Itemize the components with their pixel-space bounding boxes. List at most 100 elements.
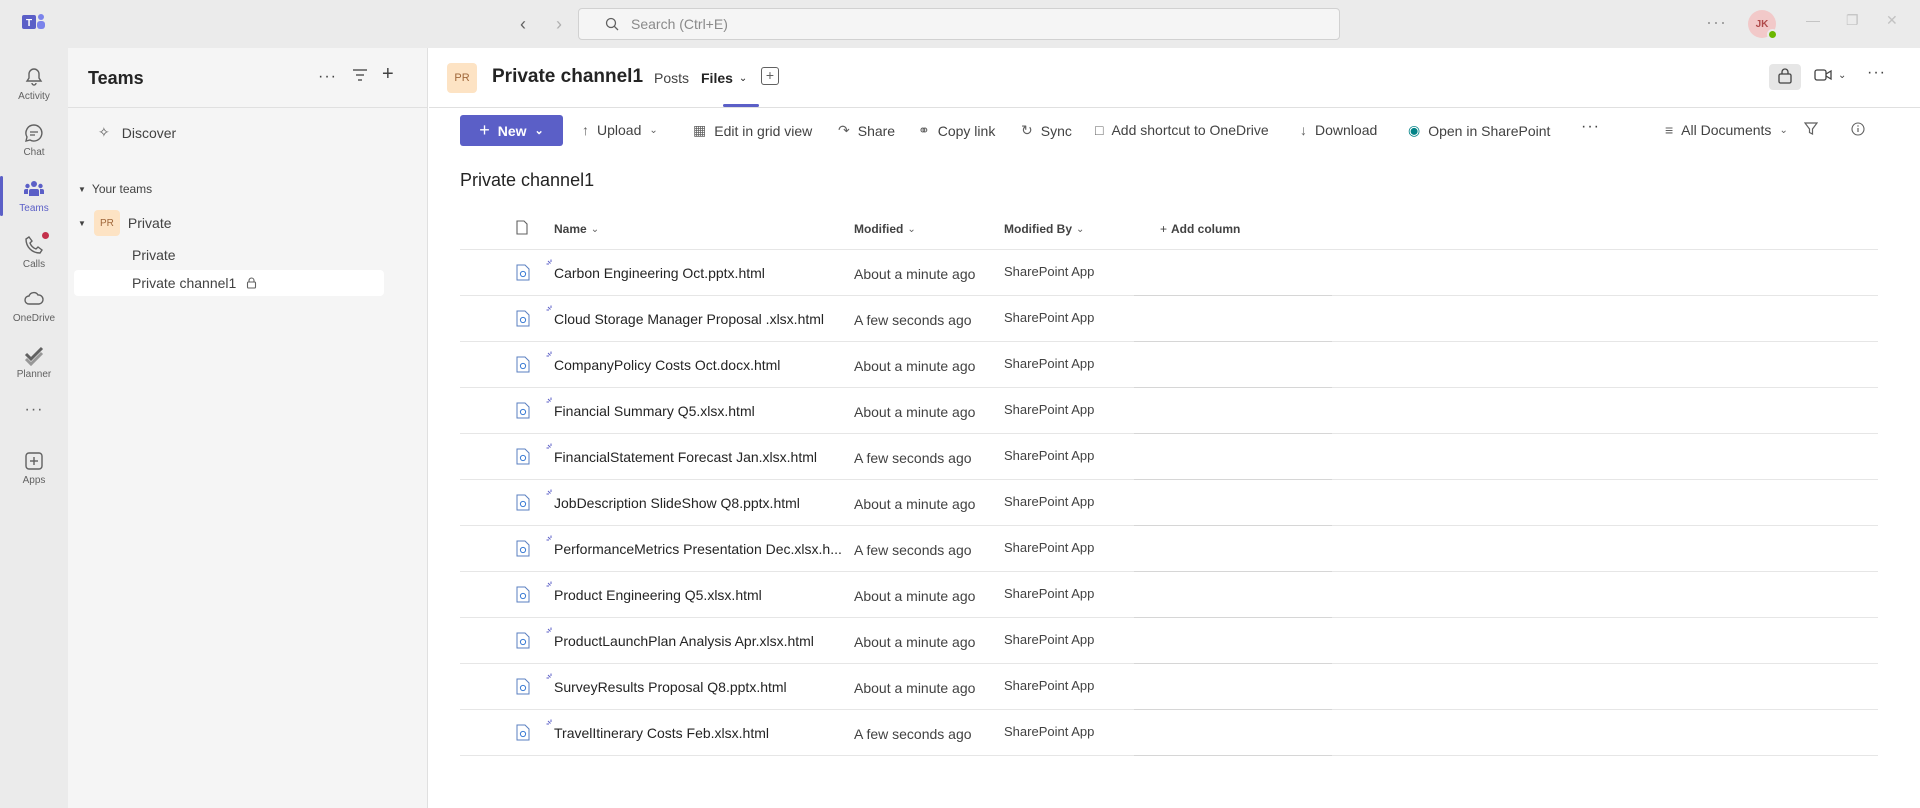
- rail-label: Calls: [22, 259, 46, 270]
- upload-button[interactable]: ↑ Upload ⌄: [582, 122, 658, 138]
- user-avatar[interactable]: JK: [1748, 10, 1778, 40]
- download-icon: ↓: [1300, 122, 1307, 138]
- filter-icon[interactable]: [352, 68, 368, 87]
- file-name[interactable]: ProductLaunchPlan Analysis Apr.xlsx.html: [554, 633, 814, 649]
- teams-icon: [24, 181, 44, 196]
- table-row[interactable]: SurveyResults Proposal Q8.pptx.html About…: [460, 664, 1878, 710]
- column-modified[interactable]: Modified ⌄: [854, 222, 916, 236]
- table-row[interactable]: ProductLaunchPlan Analysis Apr.xlsx.html…: [460, 618, 1878, 664]
- file-name[interactable]: TravelItinerary Costs Feb.xlsx.html: [554, 725, 769, 741]
- channel-private-channel1[interactable]: Private channel1: [132, 275, 257, 291]
- file-name[interactable]: Cloud Storage Manager Proposal .xlsx.htm…: [554, 311, 824, 327]
- more-commands-icon[interactable]: ···: [1581, 118, 1600, 136]
- rail-item-activity[interactable]: Activity: [0, 56, 68, 112]
- table-row[interactable]: TravelItinerary Costs Feb.xlsx.html A few…: [460, 710, 1878, 756]
- lock-info-icon[interactable]: [1777, 68, 1793, 87]
- table-row[interactable]: CompanyPolicy Costs Oct.docx.html About a…: [460, 342, 1878, 388]
- rail-item-calls[interactable]: Calls: [0, 224, 68, 280]
- more-options-icon[interactable]: ···: [318, 68, 337, 86]
- share-button[interactable]: ↷ Share: [838, 122, 895, 139]
- file-modified-by: SharePoint App: [1004, 494, 1095, 509]
- file-name[interactable]: Financial Summary Q5.xlsx.html: [554, 403, 755, 419]
- html-file-icon: [516, 402, 530, 419]
- rail-item-more[interactable]: ···: [0, 382, 68, 438]
- table-row[interactable]: Product Engineering Q5.xlsx.html About a …: [460, 572, 1878, 618]
- add-icon[interactable]: +: [382, 63, 394, 86]
- meet-button[interactable]: ⌄: [1814, 68, 1846, 82]
- html-file-icon: [516, 356, 530, 373]
- team-private[interactable]: ▼ PR Private: [78, 210, 172, 236]
- minimize-icon[interactable]: —: [1806, 12, 1820, 28]
- discover-item[interactable]: ✧ Discover: [98, 124, 176, 141]
- chevron-down-icon: ⌄: [649, 124, 658, 136]
- back-arrow-icon[interactable]: ‹: [512, 12, 534, 36]
- add-shortcut-button[interactable]: □ Add shortcut to OneDrive: [1095, 122, 1269, 138]
- column-name[interactable]: Name ⌄: [554, 222, 599, 236]
- your-teams-header[interactable]: ▼ Your teams: [78, 182, 152, 196]
- table-row[interactable]: FinancialStatement Forecast Jan.xlsx.htm…: [460, 434, 1878, 480]
- file-modified: About a minute ago: [854, 266, 976, 282]
- file-name[interactable]: JobDescription SlideShow Q8.pptx.html: [554, 495, 800, 511]
- view-label: All Documents: [1681, 122, 1772, 138]
- tab-files[interactable]: Files ⌄: [701, 70, 747, 86]
- table-row[interactable]: Carbon Engineering Oct.pptx.html About a …: [460, 250, 1878, 296]
- channel-avatar: PR: [447, 63, 477, 93]
- rail-item-apps[interactable]: Apps: [0, 440, 68, 496]
- add-column-button[interactable]: + Add column: [1160, 222, 1240, 236]
- sparkle-icon: ✧: [98, 124, 110, 140]
- table-row[interactable]: Financial Summary Q5.xlsx.html About a mi…: [460, 388, 1878, 434]
- add-tab-icon[interactable]: +: [761, 67, 779, 85]
- open-in-sharepoint-button[interactable]: ◉ Open in SharePoint: [1408, 122, 1550, 139]
- view-selector[interactable]: ≡ All Documents ⌄: [1665, 122, 1788, 138]
- filter-icon[interactable]: [1804, 122, 1818, 136]
- panel-title: Teams: [88, 68, 144, 88]
- table-row[interactable]: JobDescription SlideShow Q8.pptx.html Abo…: [460, 480, 1878, 526]
- shortcut-icon: □: [1095, 122, 1104, 138]
- tab-posts[interactable]: Posts: [654, 70, 689, 86]
- column-modified-label: Modified: [854, 222, 904, 236]
- channel-label: Private channel1: [132, 275, 237, 291]
- file-name[interactable]: Carbon Engineering Oct.pptx.html: [554, 265, 765, 281]
- edit-grid-button[interactable]: ▦ Edit in grid view: [693, 122, 812, 139]
- forward-arrow-icon[interactable]: ›: [548, 12, 570, 36]
- plus-icon: +: [1160, 222, 1168, 236]
- file-modified-by: SharePoint App: [1004, 448, 1095, 463]
- file-type-column-icon[interactable]: [516, 220, 528, 235]
- command-bar: + New ⌄ ↑ Upload ⌄ ▦ Edit in grid view ↷…: [429, 108, 1920, 152]
- team-avatar: PR: [93, 210, 120, 236]
- more-options-icon[interactable]: ···: [1706, 12, 1727, 33]
- share-label: Share: [857, 122, 896, 139]
- rail-item-chat[interactable]: Chat: [0, 112, 68, 168]
- info-icon[interactable]: [1851, 122, 1865, 136]
- file-name[interactable]: Product Engineering Q5.xlsx.html: [554, 587, 762, 603]
- cloud-icon: [24, 291, 44, 305]
- file-name[interactable]: SurveyResults Proposal Q8.pptx.html: [554, 679, 787, 695]
- new-button[interactable]: + New ⌄: [460, 115, 563, 146]
- more-options-icon[interactable]: ···: [1867, 64, 1886, 82]
- file-name[interactable]: PerformanceMetrics Presentation Dec.xlsx…: [554, 541, 842, 557]
- column-modified-by[interactable]: Modified By ⌄: [1004, 222, 1084, 236]
- table-row[interactable]: PerformanceMetrics Presentation Dec.xlsx…: [460, 526, 1878, 572]
- close-icon[interactable]: ✕: [1886, 12, 1898, 29]
- copy-link-label: Copy link: [937, 122, 996, 139]
- copy-link-button[interactable]: ⚭ Copy link: [918, 122, 995, 139]
- team-name: Private: [127, 215, 172, 231]
- search-icon: [605, 17, 619, 31]
- search-bar[interactable]: [578, 8, 1340, 40]
- upload-icon: ↑: [582, 122, 589, 138]
- rail-label: Planner: [16, 369, 52, 380]
- rail-item-onedrive[interactable]: OneDrive: [0, 278, 68, 334]
- file-modified-by: SharePoint App: [1004, 724, 1095, 739]
- chevron-down-icon: ⌄: [1838, 69, 1847, 81]
- sync-button[interactable]: ↻ Sync: [1021, 122, 1072, 139]
- file-name[interactable]: CompanyPolicy Costs Oct.docx.html: [554, 357, 780, 373]
- discover-label: Discover: [121, 124, 177, 141]
- search-input[interactable]: [631, 16, 1231, 32]
- rail-item-teams[interactable]: Teams: [0, 168, 68, 224]
- file-name[interactable]: FinancialStatement Forecast Jan.xlsx.htm…: [554, 449, 817, 465]
- maximize-icon[interactable]: ❐: [1846, 12, 1859, 29]
- channel-private[interactable]: Private: [132, 247, 176, 263]
- download-button[interactable]: ↓ Download: [1300, 122, 1377, 138]
- table-row[interactable]: Cloud Storage Manager Proposal .xlsx.htm…: [460, 296, 1878, 342]
- sharepoint-icon: ◉: [1408, 122, 1421, 138]
